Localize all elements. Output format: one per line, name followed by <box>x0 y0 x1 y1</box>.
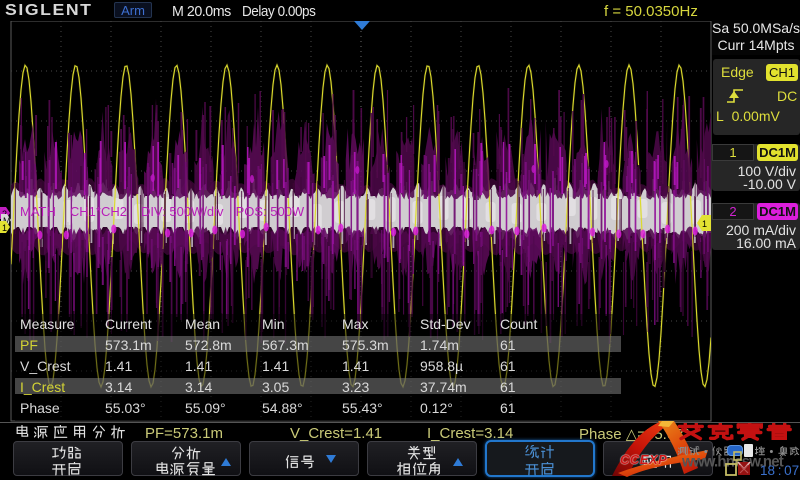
svg-text:1: 1 <box>702 219 707 229</box>
svg-text:1: 1 <box>2 223 7 233</box>
